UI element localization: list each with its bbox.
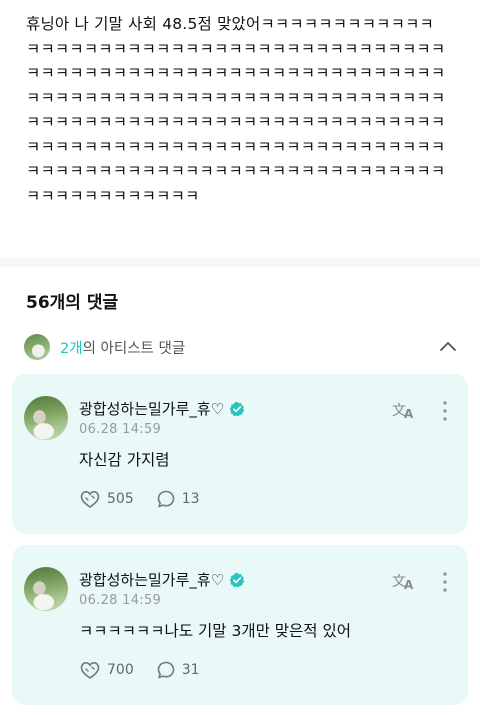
translate-icon[interactable]: 文 A (392, 571, 416, 591)
reply-count: 31 (181, 662, 200, 678)
reply-button[interactable]: 13 (156, 489, 200, 509)
artist-avatar (24, 334, 50, 360)
like-count: 505 (107, 491, 134, 507)
comment-text: ㅋㅋㅋㅋㅋㅋ나도 기말 3개만 맞은적 있어 (79, 622, 351, 640)
comment-timestamp: 06.28 14:59 (79, 422, 162, 437)
section-divider (0, 258, 480, 267)
comment-author-row: 광합성하는밀가루_휴♡ (79, 398, 245, 419)
verified-badge-icon (229, 401, 245, 416)
artist-comments-count: 2개 (60, 340, 83, 357)
svg-text:A: A (404, 407, 414, 420)
like-icon (80, 490, 100, 508)
artist-comments-label: 2개의 아티스트 댓글 (60, 337, 185, 358)
avatar[interactable] (24, 396, 68, 440)
reply-icon (157, 490, 175, 508)
like-button[interactable]: 700 (79, 659, 134, 681)
comment-text: 자신감 가지렴 (79, 451, 170, 469)
more-vertical-icon[interactable] (441, 400, 449, 422)
reply-icon (157, 661, 175, 679)
chevron-up-icon[interactable] (438, 337, 458, 357)
artist-comments-suffix: 의 아티스트 댓글 (82, 340, 186, 357)
reply-button[interactable]: 31 (156, 660, 200, 680)
reply-count: 13 (181, 491, 200, 507)
translate-icon[interactable]: 文 A (392, 400, 416, 420)
like-button[interactable]: 505 (79, 488, 134, 510)
comment-timestamp: 06.28 14:59 (79, 593, 162, 608)
comment-author-row: 광합성하는밀가루_휴♡ (79, 569, 245, 590)
comment-card: 광합성하는밀가루_휴♡ 06.28 14:59 ㅋㅋㅋㅋㅋㅋ나도 기말 3개만 … (12, 545, 468, 705)
comment-author[interactable]: 광합성하는밀가루_휴♡ (79, 398, 224, 419)
comment-stats: 505 13 (79, 488, 222, 510)
comment-card: 광합성하는밀가루_휴♡ 06.28 14:59 자신감 가지렴 文 A 505 … (12, 374, 468, 534)
post-body: 휴닝아 나 기말 사회 48.5점 맞았어ㅋㅋㅋㅋㅋㅋㅋㅋㅋㅋㅋㅋㅋㅋㅋㅋㅋㅋㅋ… (26, 15, 446, 205)
svg-text:A: A (404, 578, 414, 591)
comments-count: 56개의 댓글 (26, 293, 119, 313)
verified-badge-icon (229, 572, 245, 587)
like-count: 700 (107, 662, 134, 678)
avatar[interactable] (24, 567, 68, 611)
comment-stats: 700 31 (79, 659, 222, 681)
more-vertical-icon[interactable] (441, 571, 449, 593)
like-icon (80, 661, 100, 679)
comment-author[interactable]: 광합성하는밀가루_휴♡ (79, 569, 224, 590)
artist-comments-toggle[interactable]: 2개의 아티스트 댓글 (24, 333, 460, 361)
